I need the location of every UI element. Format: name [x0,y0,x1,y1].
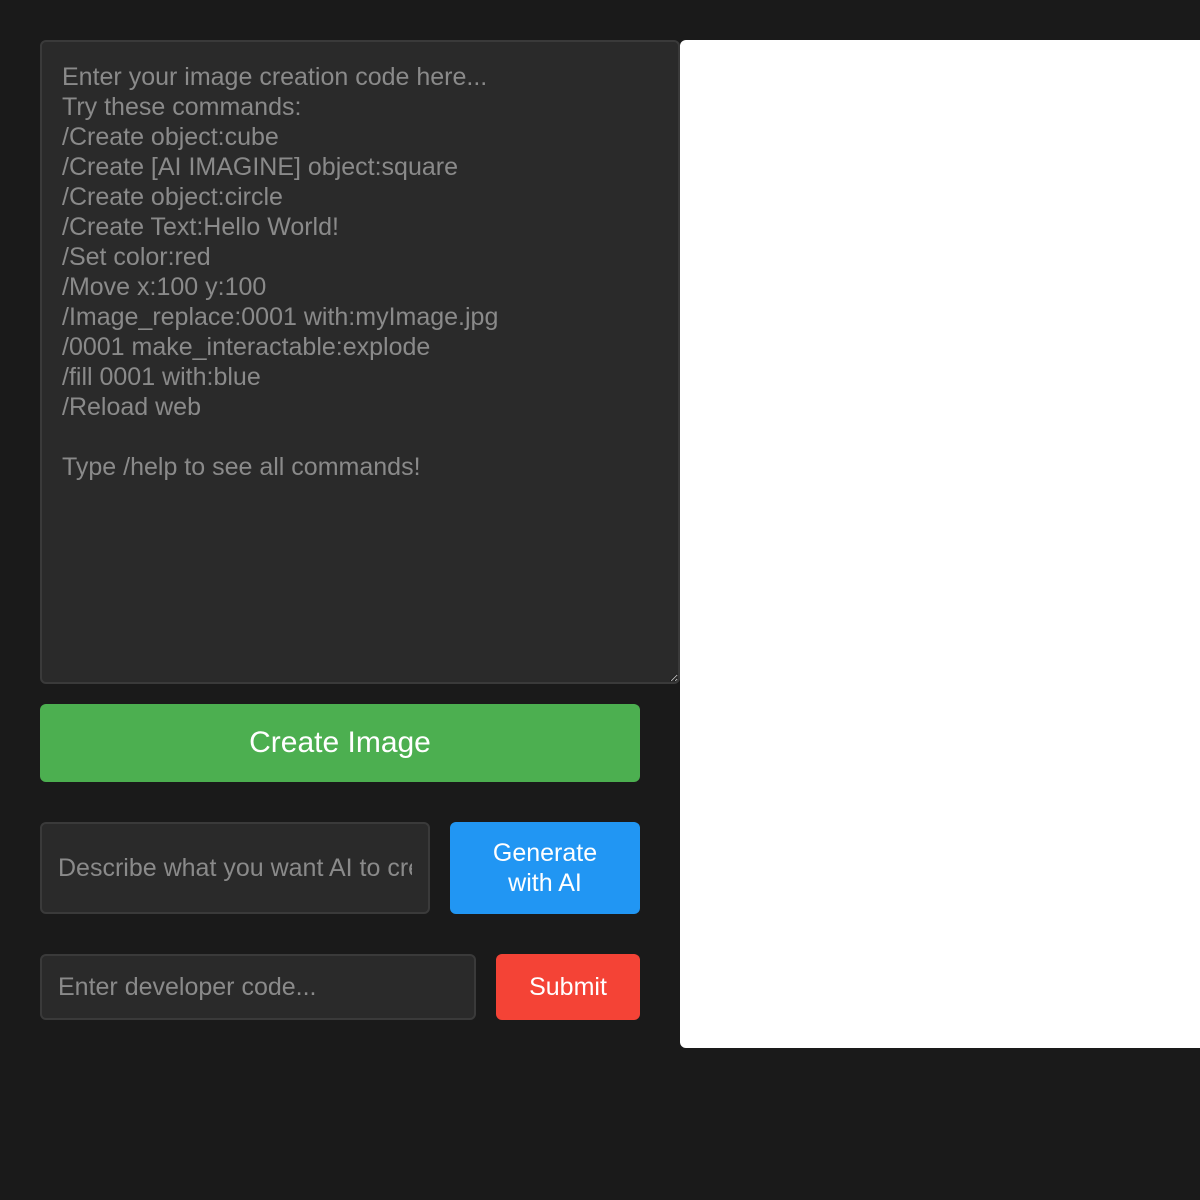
submit-button[interactable]: Submit [496,954,640,1020]
code-editor-textarea[interactable] [40,40,680,684]
generate-with-ai-button[interactable]: Generate with AI [450,822,640,914]
image-canvas[interactable] [680,40,1200,1048]
editor-panel: Create Image Generate with AI Submit [40,40,680,1020]
create-image-button[interactable]: Create Image [40,704,640,782]
ai-prompt-input[interactable] [40,822,430,914]
developer-code-input[interactable] [40,954,476,1020]
